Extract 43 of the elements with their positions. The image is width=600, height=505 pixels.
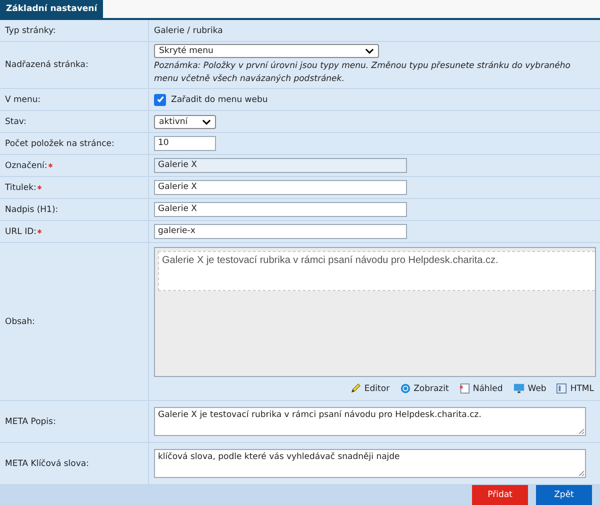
editor-mode-button[interactable]: HTML [556,383,594,394]
field-label: META Klíčová slova: [5,458,89,468]
editor-area[interactable]: Galerie X je testovací rubrika v rámci psaní návodu pro Helpdesk.charita.cz. [154,247,596,377]
editor-mode-button[interactable]: Náhled [458,383,503,394]
checkbox-label: Zařadit do menu webu [171,94,268,104]
editor-content[interactable]: Galerie X je testovací rubrika v rámci psaní návodu pro Helpdesk.charita.cz. [158,251,595,291]
field-label: Obsah: [5,316,35,326]
field-label: Stav: [5,116,26,126]
text-area[interactable]: klíčová slova, podle které vás vyhledávač snadněji najde [154,449,586,478]
pencil-icon [350,383,362,394]
add-button[interactable]: Přidat [472,485,528,505]
resize-grip-icon[interactable] [578,470,584,476]
input-field[interactable]: galerie-x [154,224,407,239]
input-field[interactable]: Galerie X [154,180,407,195]
field-label: META Popis: [5,416,56,426]
back-button[interactable]: Zpět [536,485,592,505]
note-text: Poznámka: Položky v první úrovni jsou typy menu. Změnou typu přesunete stránku do vybraného menu včetně všech navázaných podstránek. [154,60,572,86]
select-field[interactable]: aktivní [154,114,216,128]
chevron-down-icon [365,48,374,54]
field-label: URL ID: [5,226,36,236]
input-field[interactable]: 10 [154,136,216,151]
field-label: Označení: [5,160,48,170]
document-icon [458,383,470,394]
editor-mode-button[interactable]: Web [512,383,546,394]
editor-mode-button[interactable]: Zobrazit [400,383,449,394]
resize-grip-icon[interactable] [578,428,584,434]
field-label: Počet položek na stránce: [5,138,114,148]
checkbox[interactable] [154,94,166,106]
field-label: Titulek: [5,182,36,192]
select-field[interactable]: Skryté menu [154,44,379,58]
field-label: Typ stránky: [5,26,56,36]
field-value: Galerie / rubrika [154,26,224,36]
field-label: Nadpis (H1): [5,204,58,214]
settings-tab[interactable]: Základní nastavení [0,0,104,18]
text-area[interactable]: Galerie X je testovací rubrika v rámci psaní návodu pro Helpdesk.charita.cz. [154,407,586,436]
input-field[interactable]: Galerie X [154,202,407,217]
editor-mode-button[interactable]: Editor [350,383,390,394]
field-label: Nadřazená stránka: [5,60,88,70]
circle-icon [400,383,411,394]
field-label: V menu: [5,94,41,104]
chevron-down-icon [202,118,211,124]
code-page-icon [556,383,568,394]
monitor-icon [512,383,525,394]
